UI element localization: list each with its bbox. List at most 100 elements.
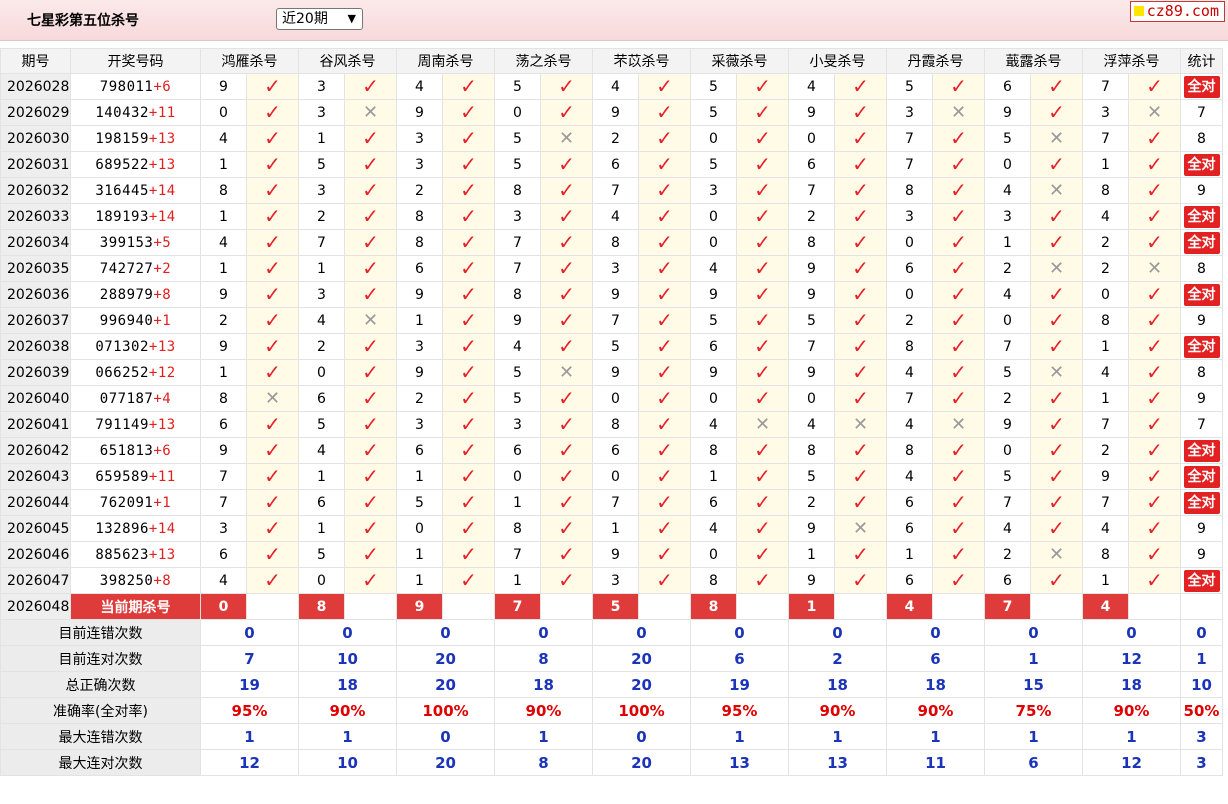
check-icon: ✓: [1146, 412, 1163, 436]
pick-cell: 5: [494, 151, 541, 178]
result-cell: ✕: [1030, 541, 1083, 568]
check-icon: ✓: [950, 152, 967, 176]
draw-extra: +13: [148, 546, 176, 563]
pick-cell: 7: [1082, 73, 1129, 100]
site-logo[interactable]: cz89.com: [1129, 1, 1225, 22]
check-icon: ✓: [852, 308, 869, 332]
table-row: 2026038 071302+13 9 ✓ 2 ✓ 3 ✓ 4 ✓ 5 ✓ 6 ✓ 7 ✓ 8 ✓ 7 ✓ 1 ✓ 全对: [0, 333, 1223, 360]
pick-cell: 3: [396, 333, 443, 360]
check-icon: ✓: [558, 334, 575, 358]
result-cell: ✓: [540, 229, 593, 256]
cross-icon: ✕: [1048, 543, 1065, 565]
check-icon: ✓: [656, 74, 673, 98]
check-icon: ✓: [1048, 204, 1065, 228]
draw-main: 762091: [99, 494, 154, 511]
pick-cell: 4: [788, 73, 835, 100]
pick-cell: 8: [200, 177, 247, 204]
pick-cell: 9: [200, 73, 247, 100]
pick-cell: 4: [886, 359, 933, 386]
check-icon: ✓: [852, 230, 869, 254]
result-cell: ✓: [540, 177, 593, 204]
stat-cell: 全对: [1180, 567, 1223, 594]
check-icon: ✓: [362, 360, 379, 384]
draw-main: 398250: [99, 572, 154, 589]
result-cell: ✕: [1030, 255, 1083, 282]
check-icon: ✓: [362, 230, 379, 254]
result-cell: ✓: [834, 99, 887, 126]
check-icon: ✓: [558, 412, 575, 436]
result-cell: ✕: [344, 307, 397, 334]
draw-main: 659589: [95, 468, 149, 485]
pick-cell: 6: [298, 489, 345, 516]
result-cell: ✓: [246, 515, 299, 542]
pick-cell: 6: [298, 385, 345, 412]
check-icon: ✓: [362, 464, 379, 488]
check-icon: ✓: [264, 152, 281, 176]
check-icon: ✓: [362, 152, 379, 176]
summary-value: 10: [298, 749, 397, 776]
check-icon: ✓: [656, 256, 673, 280]
range-select[interactable]: 近20期 ▼: [276, 8, 363, 30]
summary-value: 20: [396, 749, 495, 776]
pick-cell: 9: [592, 99, 639, 126]
pick-cell: 4: [494, 333, 541, 360]
check-icon: ✓: [656, 516, 673, 540]
table-row: 2026045 132896+14 3 ✓ 1 ✓ 0 ✓ 8 ✓ 1 ✓ 4 ✓ 9 ✕ 6 ✓ 4 ✓ 4 ✓ 9: [0, 515, 1223, 542]
stat-cell: 9: [1180, 515, 1223, 542]
check-icon: ✓: [656, 204, 673, 228]
issue-cell: 2026046: [0, 541, 71, 568]
pick-cell: 0: [298, 359, 345, 386]
draw-cell: 198159+13: [70, 125, 201, 152]
pick-cell: 4: [886, 411, 933, 438]
table-row: 2026040 077187+4 8 ✕ 6 ✓ 2 ✓ 5 ✓ 0 ✓ 0 ✓ 0 ✓ 7 ✓ 2 ✓ 1 ✓ 9: [0, 385, 1223, 412]
check-icon: ✓: [362, 178, 379, 202]
pick-cell: 1: [1082, 333, 1129, 360]
result-cell: ✓: [932, 489, 985, 516]
draw-extra: +13: [148, 416, 176, 433]
summary-value: 90%: [886, 697, 985, 724]
check-icon: ✓: [264, 490, 281, 514]
check-icon: ✓: [558, 256, 575, 280]
result-cell: ✓: [638, 307, 691, 334]
current-pick: 9: [396, 593, 443, 620]
pick-cell: 3: [396, 151, 443, 178]
result-cell: ✓: [736, 229, 789, 256]
summary-value: 18: [1082, 671, 1181, 698]
draw-extra: +5: [153, 234, 172, 251]
check-icon: ✓: [460, 126, 477, 150]
result-cell: ✓: [1030, 333, 1083, 360]
all-correct-badge: 全对: [1183, 205, 1220, 228]
result-cell: ✕: [834, 411, 887, 438]
pick-cell: 3: [298, 177, 345, 204]
header-row: 期号 开奖号码 鸿雁杀号 谷风杀号 周南杀号 荡之杀号 芣苡杀号 采薇杀号 小旻…: [0, 48, 1223, 74]
current-pick: 5: [592, 593, 639, 620]
check-icon: ✓: [1048, 568, 1065, 592]
result-cell: ✓: [1128, 177, 1181, 204]
draw-cell: 742727+2: [70, 255, 201, 282]
pick-cell: 0: [984, 151, 1031, 178]
check-icon: ✓: [852, 568, 869, 592]
pick-cell: 9: [788, 281, 835, 308]
pick-cell: 6: [200, 541, 247, 568]
stat-cell: 7: [1180, 411, 1223, 438]
current-label: 当前期杀号: [70, 593, 201, 620]
pick-cell: 7: [886, 151, 933, 178]
pick-cell: 5: [494, 73, 541, 100]
pick-cell: 9: [396, 281, 443, 308]
current-pick-spacer: [834, 593, 887, 620]
pick-cell: 5: [984, 463, 1031, 490]
result-cell: ✓: [1128, 307, 1181, 334]
current-pick: 7: [984, 593, 1031, 620]
pick-cell: 9: [592, 541, 639, 568]
pick-cell: 4: [984, 515, 1031, 542]
check-icon: ✓: [1048, 334, 1065, 358]
draw-cell: 132896+14: [70, 515, 201, 542]
result-cell: ✓: [246, 229, 299, 256]
result-cell: ✓: [834, 281, 887, 308]
result-cell: ✓: [1128, 73, 1181, 100]
col-issue: 期号: [0, 48, 71, 74]
pick-cell: 0: [298, 567, 345, 594]
summary-value: 1: [690, 723, 789, 750]
check-icon: ✓: [656, 178, 673, 202]
check-icon: ✓: [1146, 126, 1163, 150]
